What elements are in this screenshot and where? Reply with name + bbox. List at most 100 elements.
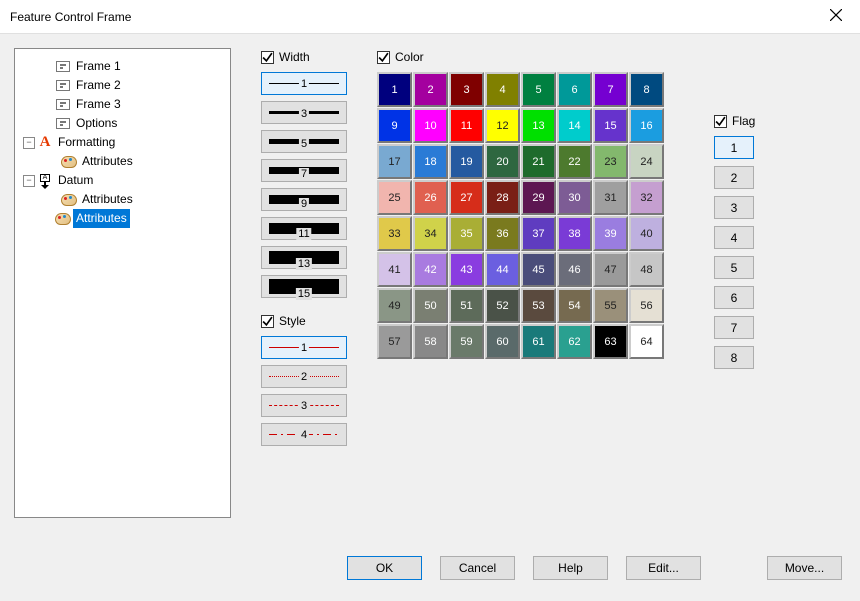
color-swatch-53[interactable]: 53 [521,288,556,323]
tree-item-formatting[interactable]: −AFormatting [19,133,226,152]
tree-item-formatting-attributes[interactable]: Attributes [19,152,226,171]
color-swatch-47[interactable]: 47 [593,252,628,287]
color-swatch-54[interactable]: 54 [557,288,592,323]
width-option-13[interactable]: 13 [261,246,347,269]
color-swatch-5[interactable]: 5 [521,72,556,107]
style-checkbox-row[interactable]: Style [261,312,347,330]
color-swatch-6[interactable]: 6 [557,72,592,107]
color-swatch-16[interactable]: 16 [629,108,664,143]
color-swatch-61[interactable]: 61 [521,324,556,359]
color-swatch-1[interactable]: 1 [377,72,412,107]
color-swatch-60[interactable]: 60 [485,324,520,359]
tree-item-options[interactable]: Options [19,114,226,133]
style-option-4[interactable]: 4 [261,423,347,446]
color-swatch-49[interactable]: 49 [377,288,412,323]
color-swatch-37[interactable]: 37 [521,216,556,251]
width-option-15[interactable]: 15 [261,275,347,298]
color-swatch-35[interactable]: 35 [449,216,484,251]
color-swatch-41[interactable]: 41 [377,252,412,287]
color-swatch-31[interactable]: 31 [593,180,628,215]
color-checkbox[interactable] [377,51,390,64]
tree-item-frame1[interactable]: Frame 1 [19,57,226,76]
style-option-2[interactable]: 2 [261,365,347,388]
color-swatch-19[interactable]: 19 [449,144,484,179]
color-swatch-36[interactable]: 36 [485,216,520,251]
color-swatch-13[interactable]: 13 [521,108,556,143]
color-swatch-17[interactable]: 17 [377,144,412,179]
flag-option-2[interactable]: 2 [714,166,754,189]
color-swatch-14[interactable]: 14 [557,108,592,143]
width-option-5[interactable]: 5 [261,130,347,153]
color-swatch-50[interactable]: 50 [413,288,448,323]
help-button[interactable]: Help [533,556,608,580]
color-swatch-12[interactable]: 12 [485,108,520,143]
color-swatch-11[interactable]: 11 [449,108,484,143]
color-swatch-34[interactable]: 34 [413,216,448,251]
flag-option-7[interactable]: 7 [714,316,754,339]
color-swatch-8[interactable]: 8 [629,72,664,107]
width-option-9[interactable]: 9 [261,188,347,211]
color-swatch-45[interactable]: 45 [521,252,556,287]
color-swatch-29[interactable]: 29 [521,180,556,215]
flag-option-5[interactable]: 5 [714,256,754,279]
flag-option-6[interactable]: 6 [714,286,754,309]
width-option-7[interactable]: 7 [261,159,347,182]
color-swatch-30[interactable]: 30 [557,180,592,215]
tree-item-datum-attributes[interactable]: Attributes [19,190,226,209]
style-option-3[interactable]: 3 [261,394,347,417]
color-swatch-9[interactable]: 9 [377,108,412,143]
flag-option-8[interactable]: 8 [714,346,754,369]
color-swatch-23[interactable]: 23 [593,144,628,179]
color-swatch-22[interactable]: 22 [557,144,592,179]
color-swatch-42[interactable]: 42 [413,252,448,287]
color-swatch-20[interactable]: 20 [485,144,520,179]
color-swatch-43[interactable]: 43 [449,252,484,287]
color-swatch-15[interactable]: 15 [593,108,628,143]
edit-button[interactable]: Edit... [626,556,701,580]
color-swatch-57[interactable]: 57 [377,324,412,359]
tree-item-datum[interactable]: −ADatum [19,171,226,190]
color-swatch-58[interactable]: 58 [413,324,448,359]
color-swatch-38[interactable]: 38 [557,216,592,251]
color-swatch-39[interactable]: 39 [593,216,628,251]
color-swatch-48[interactable]: 48 [629,252,664,287]
width-checkbox[interactable] [261,51,274,64]
width-option-11[interactable]: 11 [261,217,347,240]
color-swatch-51[interactable]: 51 [449,288,484,323]
color-swatch-26[interactable]: 26 [413,180,448,215]
color-swatch-21[interactable]: 21 [521,144,556,179]
width-option-3[interactable]: 3 [261,101,347,124]
tree-item-attributes[interactable]: Attributes [19,209,226,228]
color-swatch-44[interactable]: 44 [485,252,520,287]
close-button[interactable] [822,9,850,24]
color-checkbox-row[interactable]: Color [377,48,664,66]
color-swatch-55[interactable]: 55 [593,288,628,323]
tree-item-frame2[interactable]: Frame 2 [19,76,226,95]
cancel-button[interactable]: Cancel [440,556,515,580]
color-swatch-3[interactable]: 3 [449,72,484,107]
flag-option-1[interactable]: 1 [714,136,754,159]
color-swatch-7[interactable]: 7 [593,72,628,107]
flag-option-4[interactable]: 4 [714,226,754,249]
color-swatch-52[interactable]: 52 [485,288,520,323]
color-swatch-18[interactable]: 18 [413,144,448,179]
color-swatch-56[interactable]: 56 [629,288,664,323]
ok-button[interactable]: OK [347,556,422,580]
color-swatch-62[interactable]: 62 [557,324,592,359]
width-option-1[interactable]: 1 [261,72,347,95]
color-swatch-25[interactable]: 25 [377,180,412,215]
color-swatch-10[interactable]: 10 [413,108,448,143]
color-swatch-40[interactable]: 40 [629,216,664,251]
color-swatch-4[interactable]: 4 [485,72,520,107]
color-swatch-24[interactable]: 24 [629,144,664,179]
style-checkbox[interactable] [261,315,274,328]
color-swatch-46[interactable]: 46 [557,252,592,287]
color-swatch-59[interactable]: 59 [449,324,484,359]
tree-item-frame3[interactable]: Frame 3 [19,95,226,114]
flag-checkbox[interactable] [714,115,727,128]
color-swatch-2[interactable]: 2 [413,72,448,107]
style-option-1[interactable]: 1 [261,336,347,359]
color-swatch-64[interactable]: 64 [629,324,664,359]
color-swatch-33[interactable]: 33 [377,216,412,251]
collapse-icon[interactable]: − [23,137,35,149]
